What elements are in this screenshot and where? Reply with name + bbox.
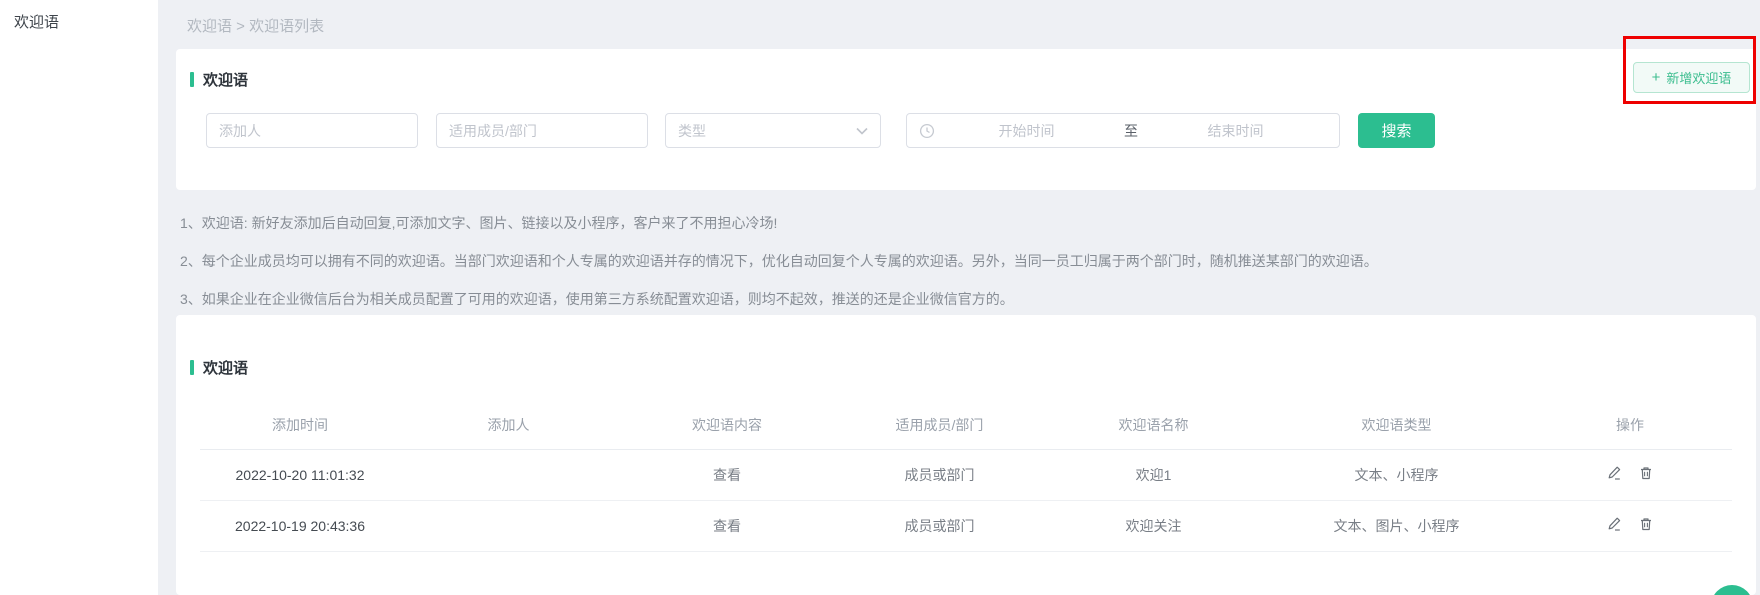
range-separator: 至 <box>1118 121 1144 141</box>
filter-row: 类型 开始时间 至 结束时间 搜索 <box>176 113 1756 148</box>
search-panel-title: 欢迎语 <box>190 69 248 90</box>
cell-added-time: 2022-10-20 11:01:32 <box>200 449 400 500</box>
cell-name: 欢迎关注 <box>1042 500 1265 551</box>
plus-icon: + <box>1652 70 1661 85</box>
member-department-input[interactable] <box>436 113 648 148</box>
help-note-2: 2、每个企业成员均可以拥有不同的欢迎语。当部门欢迎语和个人专属的欢迎语并存的情况… <box>180 251 1378 289</box>
welcome-message-page: 欢迎语 欢迎语 > 欢迎语列表 欢迎语 + 新增欢迎语 类型 <box>0 0 1760 595</box>
cell-members: 成员或部门 <box>837 449 1042 500</box>
edit-icon[interactable] <box>1606 465 1622 481</box>
table-row: 2022-10-19 20:43:36 查看 成员或部门 欢迎关注 文本、图片、… <box>200 500 1732 551</box>
title-accent-bar <box>190 72 194 87</box>
type-select-placeholder: 类型 <box>678 121 856 141</box>
sidebar-item-welcome-message[interactable]: 欢迎语 <box>0 0 158 32</box>
col-actions: 操作 <box>1528 401 1732 449</box>
date-range-picker[interactable]: 开始时间 至 结束时间 <box>906 113 1340 148</box>
col-members: 适用成员/部门 <box>837 401 1042 449</box>
cell-type: 文本、图片、小程序 <box>1265 500 1528 551</box>
cell-actions <box>1528 449 1732 500</box>
search-panel: 欢迎语 + 新增欢迎语 类型 开始时间 至 结束时间 <box>176 49 1756 190</box>
cell-added-time: 2022-10-19 20:43:36 <box>200 500 400 551</box>
list-panel: 欢迎语 添加时间 添加人 欢迎语内容 适用成员/部门 欢迎语名称 欢迎语类型 操… <box>176 315 1756 595</box>
delete-icon[interactable] <box>1638 516 1654 532</box>
adder-input[interactable] <box>206 113 418 148</box>
col-type: 欢迎语类型 <box>1265 401 1528 449</box>
chevron-down-icon <box>856 127 868 135</box>
edit-icon[interactable] <box>1606 516 1622 532</box>
cell-actions <box>1528 500 1732 551</box>
clock-icon <box>919 123 935 139</box>
table-header-row: 添加时间 添加人 欢迎语内容 适用成员/部门 欢迎语名称 欢迎语类型 操作 <box>200 401 1732 449</box>
cell-adder <box>400 449 617 500</box>
title-accent-bar <box>190 360 194 375</box>
cell-name: 欢迎1 <box>1042 449 1265 500</box>
search-button[interactable]: 搜索 <box>1358 113 1435 148</box>
view-content-link[interactable]: 查看 <box>617 500 837 551</box>
add-welcome-message-button[interactable]: + 新增欢迎语 <box>1633 62 1750 93</box>
list-panel-title-label: 欢迎语 <box>203 357 248 378</box>
start-time-placeholder: 开始时间 <box>935 121 1118 141</box>
col-name: 欢迎语名称 <box>1042 401 1265 449</box>
welcome-message-table: 添加时间 添加人 欢迎语内容 适用成员/部门 欢迎语名称 欢迎语类型 操作 20… <box>200 401 1732 552</box>
col-adder: 添加人 <box>400 401 617 449</box>
breadcrumb: 欢迎语 > 欢迎语列表 <box>187 15 324 36</box>
add-welcome-message-label: 新增欢迎语 <box>1666 68 1731 87</box>
list-panel-title: 欢迎语 <box>190 357 248 378</box>
view-content-link[interactable]: 查看 <box>617 449 837 500</box>
delete-icon[interactable] <box>1638 465 1654 481</box>
table-row: 2022-10-20 11:01:32 查看 成员或部门 欢迎1 文本、小程序 <box>200 449 1732 500</box>
help-notes: 1、欢迎语: 新好友添加后自动回复,可添加文字、图片、链接以及小程序，客户来了不… <box>180 213 1378 327</box>
sidebar: 欢迎语 <box>0 0 158 595</box>
cell-adder <box>400 500 617 551</box>
col-content: 欢迎语内容 <box>617 401 837 449</box>
search-panel-title-label: 欢迎语 <box>203 69 248 90</box>
type-select[interactable]: 类型 <box>665 113 881 148</box>
end-time-placeholder: 结束时间 <box>1144 121 1327 141</box>
cell-type: 文本、小程序 <box>1265 449 1528 500</box>
cell-members: 成员或部门 <box>837 500 1042 551</box>
help-note-1: 1、欢迎语: 新好友添加后自动回复,可添加文字、图片、链接以及小程序，客户来了不… <box>180 213 1378 251</box>
col-added-time: 添加时间 <box>200 401 400 449</box>
